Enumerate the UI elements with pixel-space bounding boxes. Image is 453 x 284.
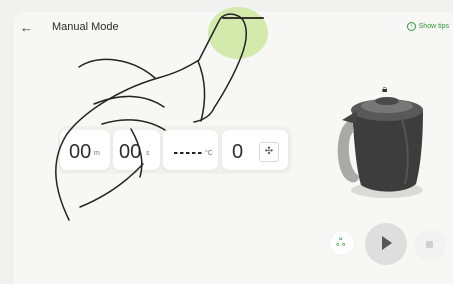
- hand-pointer-illustration: [55, 13, 247, 221]
- kettle-image: [337, 97, 423, 198]
- play-icon: [382, 236, 392, 250]
- mode-button[interactable]: ஃ: [329, 230, 355, 256]
- mode-icon: ஃ: [336, 235, 346, 249]
- stop-icon: [426, 241, 433, 248]
- play-button[interactable]: [365, 223, 407, 265]
- stop-button[interactable]: [414, 229, 446, 261]
- manual-mode-screen: ← Manual Mode i Show tips 00 m 00 s °C 0…: [0, 0, 453, 284]
